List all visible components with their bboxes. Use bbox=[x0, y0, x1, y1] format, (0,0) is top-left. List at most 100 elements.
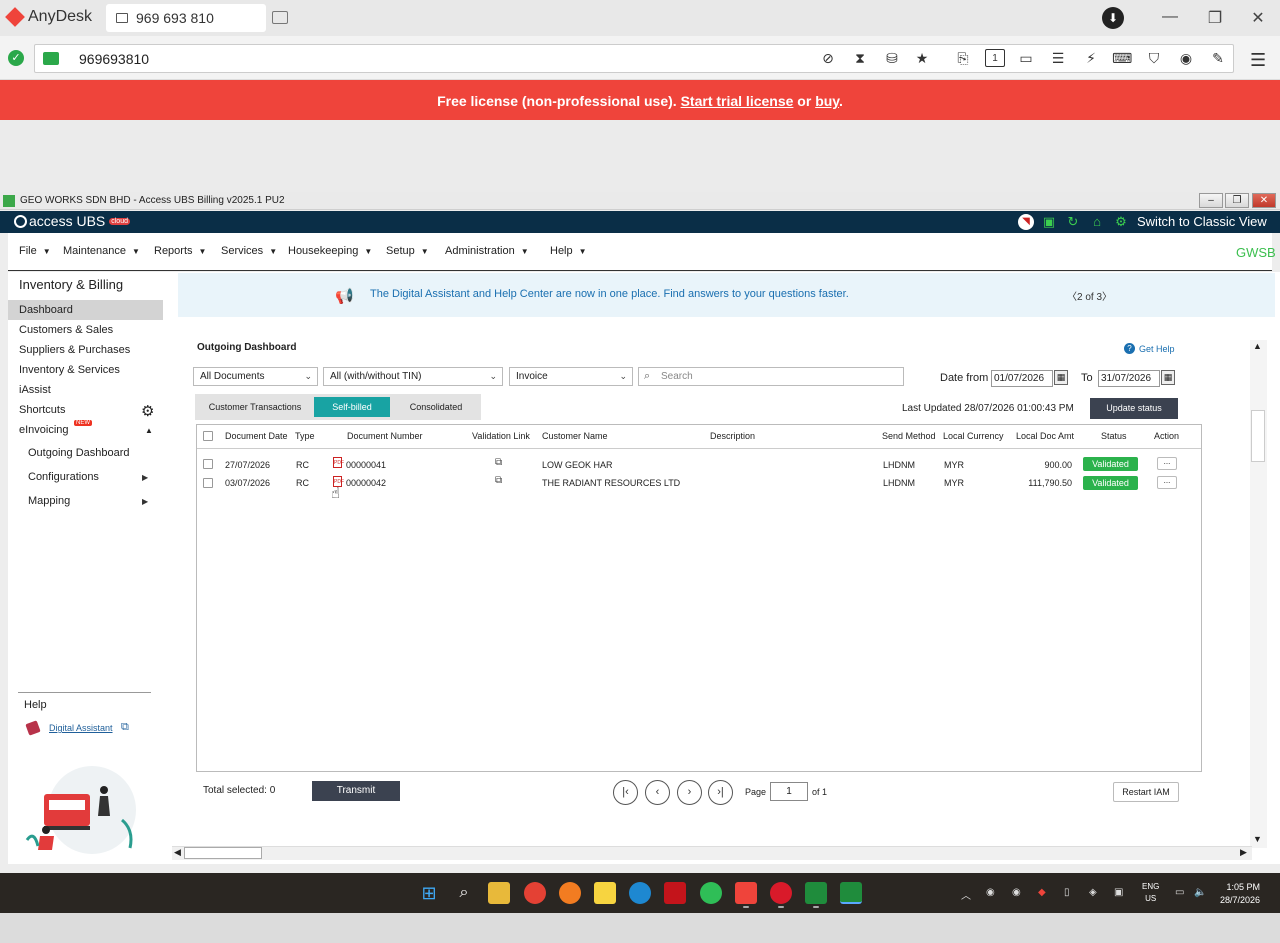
scroll-up-icon[interactable]: ▲ bbox=[1253, 341, 1262, 351]
menu-maintenance[interactable]: Maintenance ▼ bbox=[63, 245, 140, 257]
home-icon[interactable]: ⌂ bbox=[1089, 214, 1105, 230]
update-status-button[interactable]: Update status bbox=[1090, 398, 1178, 419]
chat-icon[interactable]: ☰ bbox=[1048, 49, 1068, 67]
ubs-billing-icon[interactable] bbox=[840, 882, 862, 904]
display-icon[interactable]: ▭ bbox=[1016, 49, 1036, 67]
col-send-method[interactable]: Send Method bbox=[882, 431, 936, 441]
switch-classic-view-link[interactable]: Switch to Classic View bbox=[1137, 214, 1267, 229]
new-tab-icon[interactable] bbox=[272, 11, 288, 24]
row-action-button[interactable]: ... bbox=[1157, 476, 1177, 489]
tab-consolidated[interactable]: Consolidated bbox=[396, 397, 476, 417]
edge-icon[interactable] bbox=[629, 882, 651, 904]
page-number-input[interactable]: 1 bbox=[770, 782, 808, 801]
opera-icon[interactable] bbox=[770, 882, 792, 904]
tray-app-icon[interactable]: ▣ bbox=[1114, 887, 1123, 898]
col-document-number[interactable]: Document Number bbox=[347, 431, 423, 441]
sidebar-item-suppliers-purchases[interactable]: Suppliers & Purchases bbox=[8, 340, 163, 360]
date-to-input[interactable]: 31/07/2026 bbox=[1098, 370, 1160, 387]
app-minimize-button[interactable]: – bbox=[1199, 193, 1223, 208]
menu-help[interactable]: Help ▼ bbox=[550, 245, 587, 257]
tray-security-icon[interactable]: ◈ bbox=[1089, 887, 1097, 898]
row-document-number[interactable]: 00000041 bbox=[346, 460, 386, 470]
sidebar-sub-configurations[interactable]: Configurations bbox=[28, 471, 99, 483]
row-document-number[interactable]: 00000042 bbox=[346, 478, 386, 488]
scroll-right-icon[interactable]: ▶ bbox=[1240, 847, 1247, 858]
anydesk-session-tab[interactable]: 969 693 810 bbox=[106, 4, 266, 32]
network-icon[interactable]: ▭ bbox=[1175, 887, 1184, 898]
tray-app-icon[interactable]: ◉ bbox=[1012, 887, 1021, 898]
keyboard-icon[interactable]: ⌨ bbox=[1112, 49, 1132, 67]
restore-button[interactable]: ❐ bbox=[1205, 8, 1225, 28]
external-link-icon[interactable]: ⧉ bbox=[121, 721, 129, 734]
app-restore-button[interactable]: ❐ bbox=[1225, 193, 1249, 208]
last-page-icon[interactable]: ›| bbox=[708, 780, 733, 805]
tray-app-icon[interactable]: ◉ bbox=[986, 887, 995, 898]
chevron-left-icon[interactable]: 〈 bbox=[1067, 292, 1077, 303]
tab-self-billed[interactable]: Self-billed bbox=[314, 397, 390, 417]
tin-filter-select[interactable]: All (with/without TIN) ⌄ bbox=[323, 367, 503, 386]
shield-icon[interactable]: ⛉ bbox=[1144, 49, 1164, 67]
hamburger-menu-icon[interactable]: ☰ bbox=[1250, 50, 1266, 71]
transmit-button[interactable]: Transmit bbox=[312, 781, 400, 801]
minimize-button[interactable]: — bbox=[1160, 8, 1180, 26]
windows-start-icon[interactable]: ⊞ bbox=[418, 882, 440, 904]
settings-icon[interactable]: ⚙ bbox=[1113, 214, 1129, 230]
sidebar-item-customers-sales[interactable]: Customers & Sales bbox=[8, 320, 163, 340]
horizontal-scroll-thumb[interactable] bbox=[184, 847, 262, 859]
col-status[interactable]: Status bbox=[1101, 431, 1127, 441]
tab-customer-transactions[interactable]: Customer Transactions bbox=[202, 397, 308, 417]
sticky-notes-icon[interactable] bbox=[594, 882, 616, 904]
file-transfer-icon[interactable]: ⎘ bbox=[953, 49, 973, 67]
firefox-icon[interactable] bbox=[559, 882, 581, 904]
star-icon[interactable]: ★ bbox=[912, 49, 932, 67]
restart-iam-button[interactable]: Restart IAM bbox=[1113, 782, 1179, 802]
menu-services[interactable]: Services ▼ bbox=[221, 245, 277, 257]
app-close-button[interactable]: ✕ bbox=[1252, 193, 1276, 208]
sidebar-sub-mapping[interactable]: Mapping bbox=[28, 495, 70, 507]
file-explorer-icon[interactable] bbox=[488, 882, 510, 904]
external-link-icon[interactable]: ⧉ bbox=[495, 457, 502, 468]
external-link-icon[interactable]: ⧉ bbox=[495, 475, 502, 486]
system-clock[interactable]: 1:05 PM 28/7/2026 bbox=[1220, 881, 1260, 907]
horizontal-scrollbar[interactable] bbox=[172, 846, 1252, 860]
tray-chevron-up-icon[interactable]: ︿ bbox=[961, 887, 971, 902]
tray-usb-icon[interactable]: ▯ bbox=[1064, 887, 1070, 898]
volume-icon[interactable]: 🔈 bbox=[1194, 887, 1206, 898]
col-document-date[interactable]: Document Date bbox=[225, 431, 288, 441]
calendar-icon[interactable]: ▦ bbox=[1161, 370, 1175, 385]
get-help-link[interactable]: ? Get Help bbox=[1124, 343, 1175, 354]
menu-administration[interactable]: Administration ▼ bbox=[445, 245, 529, 257]
privacy-icon[interactable]: ⊘ bbox=[818, 49, 838, 67]
digital-assistant-link[interactable]: Digital Assistant bbox=[49, 723, 113, 733]
prev-page-icon[interactable]: ‹ bbox=[645, 780, 670, 805]
document-filter-select[interactable]: All Documents ⌄ bbox=[193, 367, 318, 386]
search-input[interactable]: ⌕ Search bbox=[638, 367, 904, 386]
digital-assistant-icon[interactable]: ◥ bbox=[1018, 214, 1034, 230]
vertical-scroll-thumb[interactable] bbox=[1251, 410, 1265, 462]
menu-setup[interactable]: Setup ▼ bbox=[386, 245, 429, 257]
col-validation-link[interactable]: Validation Link bbox=[472, 431, 530, 441]
select-all-checkbox[interactable] bbox=[203, 431, 213, 441]
save-icon[interactable]: ▣ bbox=[1041, 214, 1057, 230]
menu-housekeeping[interactable]: Housekeeping ▼ bbox=[288, 245, 372, 257]
col-customer-name[interactable]: Customer Name bbox=[542, 431, 608, 441]
chrome-icon[interactable] bbox=[524, 882, 546, 904]
row-checkbox[interactable] bbox=[203, 478, 213, 488]
database-icon[interactable]: ⛁ bbox=[882, 49, 902, 67]
col-description[interactable]: Description bbox=[710, 431, 755, 441]
scroll-down-icon[interactable]: ▼ bbox=[1253, 834, 1262, 844]
buy-link[interactable]: buy bbox=[815, 93, 839, 109]
sidebar-item-shortcuts[interactable]: Shortcuts bbox=[8, 400, 163, 420]
chevron-right-icon[interactable]: 〉 bbox=[1102, 292, 1112, 303]
tray-anydesk-icon[interactable]: ◆ bbox=[1038, 887, 1046, 898]
monitor-one-icon[interactable]: 1 bbox=[985, 49, 1005, 67]
menu-file[interactable]: File ▼ bbox=[19, 245, 51, 257]
next-page-icon[interactable]: › bbox=[677, 780, 702, 805]
ubs-app-icon[interactable] bbox=[805, 882, 827, 904]
pdf-icon[interactable]: PDF bbox=[333, 457, 344, 468]
date-from-input[interactable]: 01/07/2026 bbox=[991, 370, 1053, 387]
sidebar-item-dashboard[interactable]: Dashboard bbox=[8, 300, 163, 320]
record-icon[interactable]: ◉ bbox=[1176, 49, 1196, 67]
col-local-doc-amt[interactable]: Local Doc Amt bbox=[1016, 431, 1074, 441]
start-trial-link[interactable]: Start trial license bbox=[681, 93, 794, 109]
